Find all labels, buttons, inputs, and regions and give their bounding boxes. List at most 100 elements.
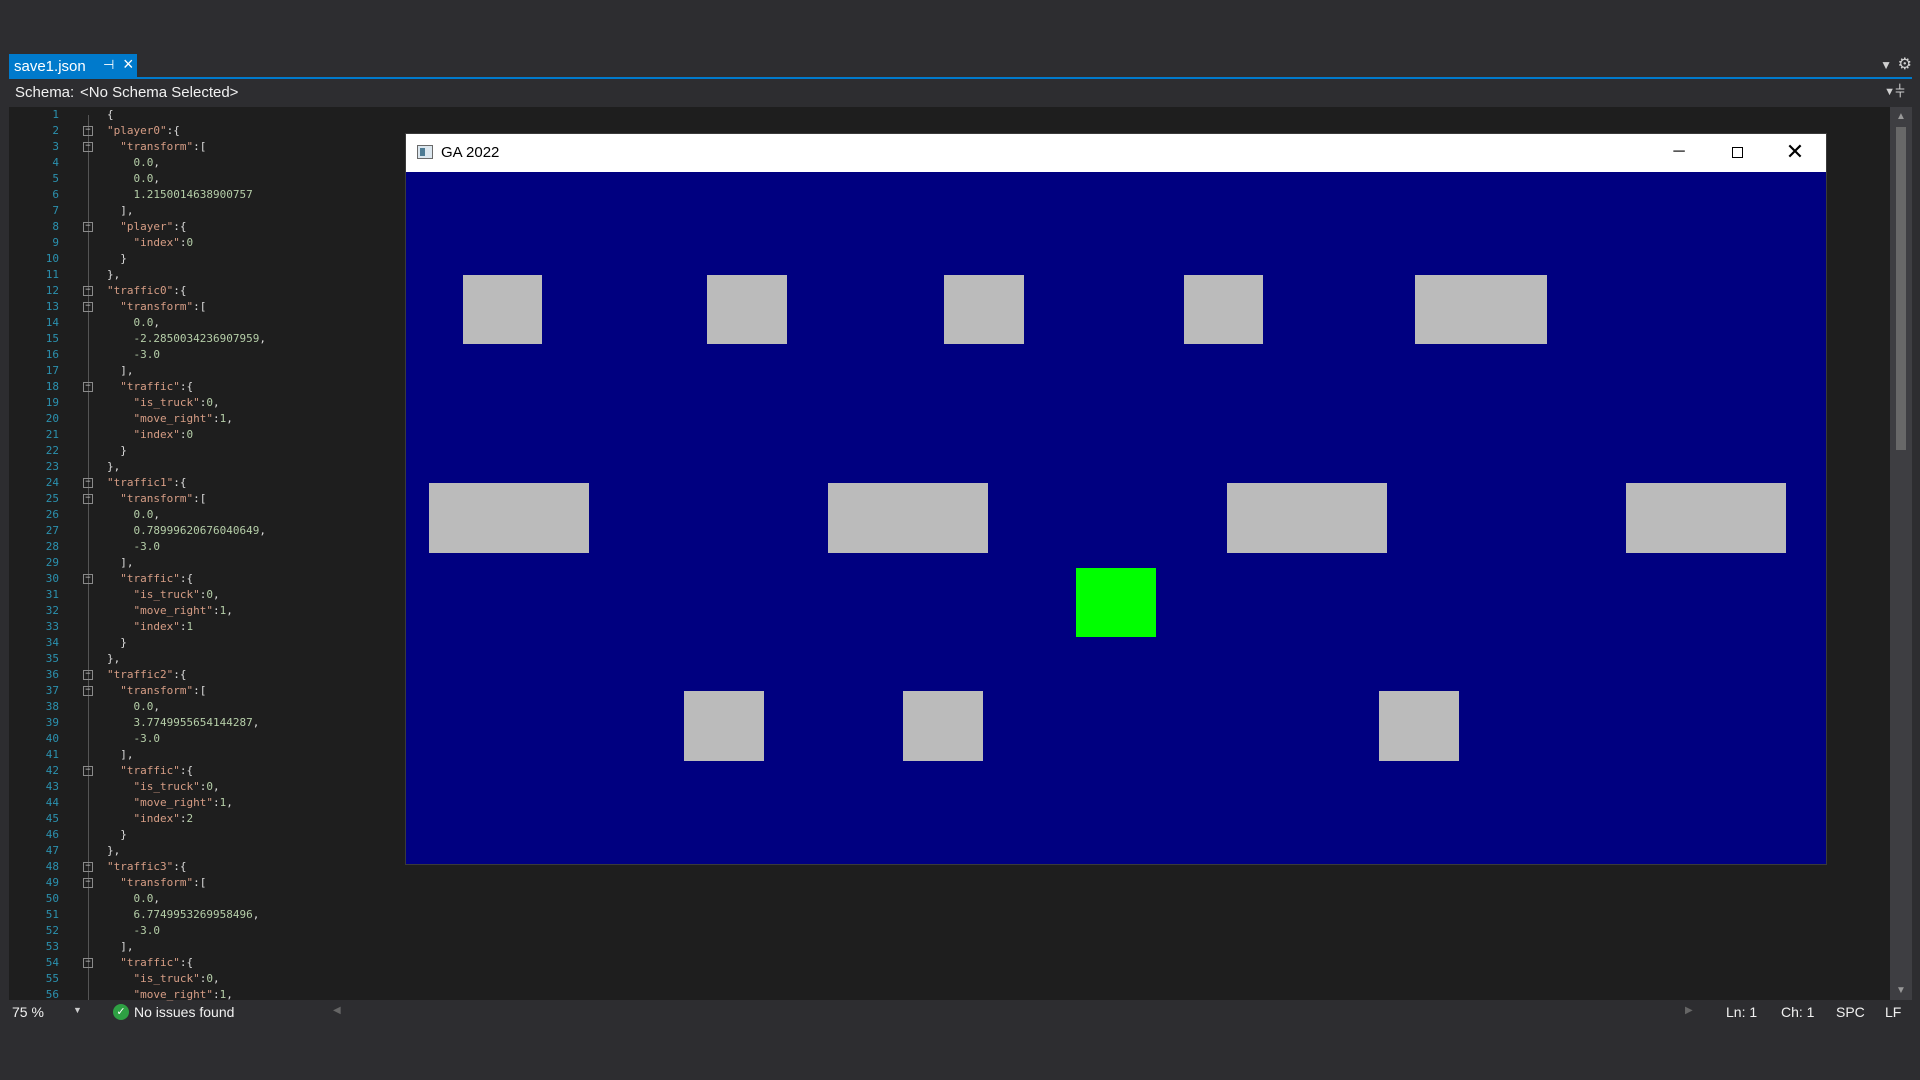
code-line[interactable]: 42 − "traffic":{ xyxy=(9,763,409,779)
line-ending-indicator[interactable]: LF xyxy=(1885,1004,1901,1020)
code-line[interactable]: 45 "index":2 xyxy=(9,811,409,827)
zoom-level-dropdown[interactable]: 75 % xyxy=(12,1004,44,1020)
code-line[interactable]: 52 -3.0 xyxy=(9,923,409,939)
minimize-button[interactable]: ─ xyxy=(1650,134,1708,172)
code-line[interactable]: 28 -3.0 xyxy=(9,539,409,555)
scroll-down-icon[interactable]: ▼ xyxy=(1896,985,1906,996)
code-line[interactable]: 23}, xyxy=(9,459,409,475)
gear-icon[interactable]: ⚙ xyxy=(1898,54,1912,74)
code-line[interactable]: 22 } xyxy=(9,443,409,459)
code-line[interactable]: 14 0.0, xyxy=(9,315,409,331)
code-line[interactable]: 38 0.0, xyxy=(9,699,409,715)
collapse-icon[interactable]: − xyxy=(83,878,93,888)
code-line[interactable]: 21 "index":0 xyxy=(9,427,409,443)
code-line[interactable]: 7 ], xyxy=(9,203,409,219)
code-line[interactable]: 6 1.2150014638900757 xyxy=(9,187,409,203)
code-line[interactable]: 50 0.0, xyxy=(9,891,409,907)
code-line[interactable]: 11}, xyxy=(9,267,409,283)
collapse-icon[interactable]: − xyxy=(83,766,93,776)
code-line[interactable]: 19 "is_truck":0, xyxy=(9,395,409,411)
code-line[interactable]: 48 − "traffic3":{ xyxy=(9,859,409,875)
collapse-icon[interactable]: − xyxy=(83,142,93,152)
code-line[interactable]: 41 ], xyxy=(9,747,409,763)
scroll-right-icon[interactable]: ▶ xyxy=(1685,1005,1693,1016)
pin-icon[interactable]: ⊣ xyxy=(103,57,114,73)
code-line[interactable]: 51 6.7749953269958496, xyxy=(9,907,409,923)
scrollbar-thumb[interactable] xyxy=(1896,127,1906,450)
code-line[interactable]: 27 0.78999620676040649, xyxy=(9,523,409,539)
code-line[interactable]: 43 "is_truck":0, xyxy=(9,779,409,795)
code-line[interactable]: 16 -3.0 xyxy=(9,347,409,363)
scroll-up-icon[interactable]: ▲ xyxy=(1896,111,1906,122)
code-line[interactable]: 33 "index":1 xyxy=(9,619,409,635)
code-line[interactable]: 31 "is_truck":0, xyxy=(9,587,409,603)
code-line[interactable]: 26 0.0, xyxy=(9,507,409,523)
chevron-down-icon[interactable]: ▼ xyxy=(73,1005,82,1015)
collapse-icon[interactable]: − xyxy=(83,670,93,680)
game-window[interactable]: GA 2022 ─ ✕ xyxy=(406,134,1826,864)
game-canvas[interactable] xyxy=(406,172,1826,864)
window-titlebar[interactable]: GA 2022 ─ ✕ xyxy=(406,134,1826,172)
line-number: 39 xyxy=(45,716,59,729)
code-line[interactable]: 39 3.7749955654144287, xyxy=(9,715,409,731)
maximize-button[interactable] xyxy=(1708,134,1766,172)
close-button[interactable]: ✕ xyxy=(1766,134,1824,172)
code-line[interactable]: 20 "move_right":1, xyxy=(9,411,409,427)
collapse-icon[interactable]: − xyxy=(83,286,93,296)
code-line[interactable]: 36 − "traffic2":{ xyxy=(9,667,409,683)
line-number: 46 xyxy=(45,828,59,841)
code-line[interactable]: 44 "move_right":1, xyxy=(9,795,409,811)
whitespace-indicator[interactable]: SPC xyxy=(1836,1004,1865,1020)
code-line[interactable]: 8 − "player":{ xyxy=(9,219,409,235)
collapse-icon[interactable]: − xyxy=(83,958,93,968)
code-line[interactable]: 3 − "transform":[ xyxy=(9,139,409,155)
code-line[interactable]: 34 } xyxy=(9,635,409,651)
code-line[interactable]: 37 − "transform":[ xyxy=(9,683,409,699)
code-line[interactable]: 18 − "traffic":{ xyxy=(9,379,409,395)
code-line[interactable]: 13 − "transform":[ xyxy=(9,299,409,315)
collapse-icon[interactable]: − xyxy=(83,222,93,232)
line-number: 41 xyxy=(45,748,59,761)
schema-dropdown[interactable]: <No Schema Selected> xyxy=(80,84,238,101)
code-line[interactable]: 15 -2.2850034236907959, xyxy=(9,331,409,347)
scroll-left-icon[interactable]: ◀ xyxy=(333,1005,341,1016)
tab-list-dropdown-icon[interactable]: ▼ xyxy=(1880,58,1892,72)
code-line[interactable]: 55 "is_truck":0, xyxy=(9,971,409,987)
collapse-icon[interactable]: − xyxy=(83,478,93,488)
code-line[interactable]: 9 "index":0 xyxy=(9,235,409,251)
close-icon[interactable]: × xyxy=(123,54,134,75)
code-line[interactable]: 53 ], xyxy=(9,939,409,955)
code-line[interactable]: 12 − "traffic0":{ xyxy=(9,283,409,299)
code-line[interactable]: 2 − "player0":{ xyxy=(9,123,409,139)
collapse-icon[interactable]: − xyxy=(83,686,93,696)
code-line[interactable]: 25 − "transform":[ xyxy=(9,491,409,507)
code-text: "transform":[ xyxy=(120,684,207,697)
collapse-icon[interactable]: − xyxy=(83,494,93,504)
collapse-icon[interactable]: − xyxy=(83,862,93,872)
collapse-icon[interactable]: − xyxy=(83,302,93,312)
code-line[interactable]: 46 } xyxy=(9,827,409,843)
code-line[interactable]: 4 0.0, xyxy=(9,155,409,171)
issues-status[interactable]: No issues found xyxy=(134,1004,234,1020)
line-indicator[interactable]: Ln: 1 xyxy=(1726,1004,1757,1020)
collapse-icon[interactable]: − xyxy=(83,382,93,392)
code-line[interactable]: 32 "move_right":1, xyxy=(9,603,409,619)
code-line[interactable]: 30 − "traffic":{ xyxy=(9,571,409,587)
code-line[interactable]: 29 ], xyxy=(9,555,409,571)
code-line[interactable]: 17 ], xyxy=(9,363,409,379)
vertical-scrollbar[interactable]: ▲ ▼ xyxy=(1890,107,1912,1000)
code-line[interactable]: 49 − "transform":[ xyxy=(9,875,409,891)
split-editor-icon[interactable]: ⫩ xyxy=(1889,82,1911,104)
code-line[interactable]: 5 0.0, xyxy=(9,171,409,187)
tab-save1-json[interactable]: save1.json ⊣ × xyxy=(9,54,137,79)
collapse-icon[interactable]: − xyxy=(83,126,93,136)
code-line[interactable]: 35}, xyxy=(9,651,409,667)
code-line[interactable]: 56 "move_right":1, xyxy=(9,987,409,1003)
code-line[interactable]: 1{ xyxy=(9,107,409,123)
code-line[interactable]: 54 − "traffic":{ xyxy=(9,955,409,971)
code-line[interactable]: 24 − "traffic1":{ xyxy=(9,475,409,491)
collapse-icon[interactable]: − xyxy=(83,574,93,584)
code-line[interactable]: 40 -3.0 xyxy=(9,731,409,747)
code-line[interactable]: 10 } xyxy=(9,251,409,267)
code-line[interactable]: 47}, xyxy=(9,843,409,859)
